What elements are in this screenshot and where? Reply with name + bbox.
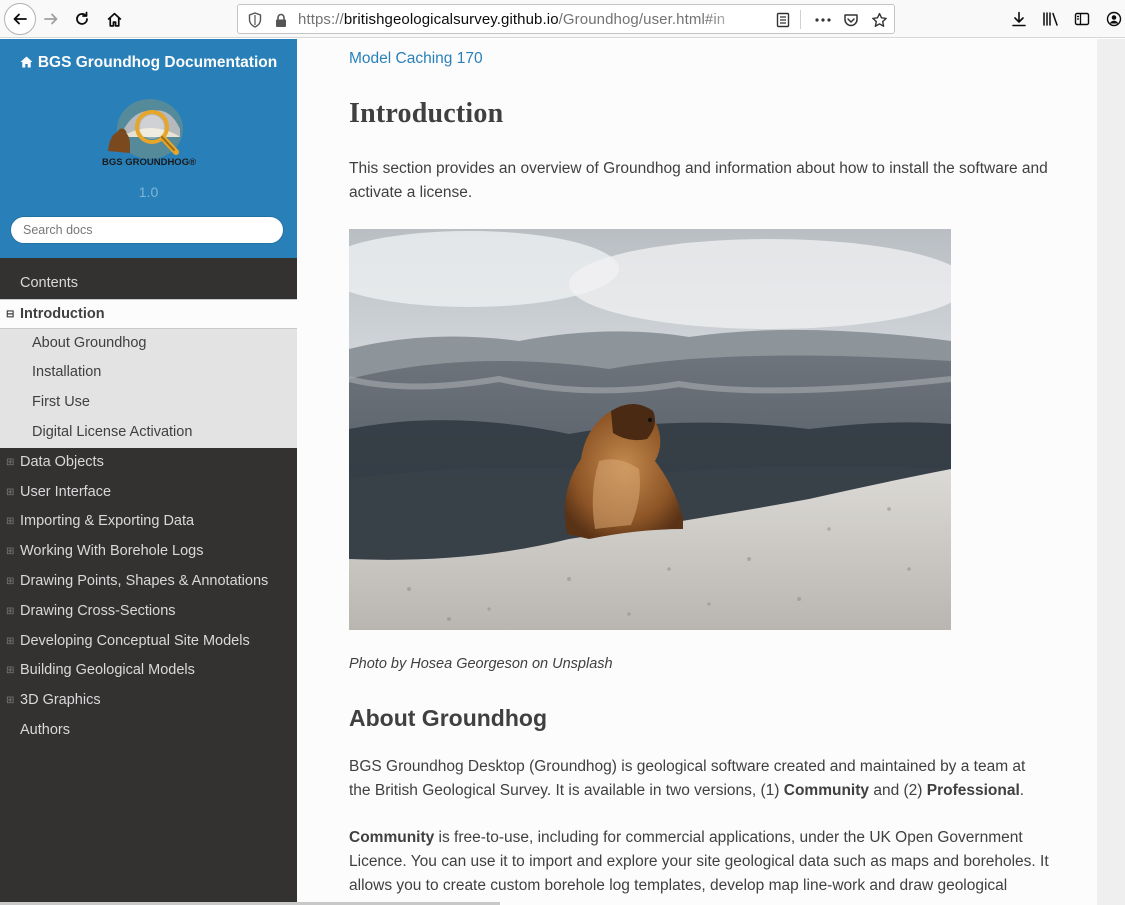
- expand-toggle-icon[interactable]: ⊞: [6, 507, 14, 537]
- sidebar-icon: [1074, 12, 1090, 26]
- home-icon: [107, 12, 121, 27]
- url-scheme: https://: [298, 11, 344, 28]
- url-fade: [708, 8, 748, 30]
- url-text[interactable]: https://britishgeologicalsurvey.github.i…: [298, 11, 738, 28]
- sidebar-item-about-groundhog[interactable]: About Groundhog: [0, 329, 297, 359]
- sidebar-item-contents[interactable]: Contents: [0, 269, 297, 299]
- arrow-left-icon: [13, 13, 27, 25]
- library-button[interactable]: [1036, 4, 1066, 34]
- docs-sidebar: BGS Groundhog Documentation BGS GROUNDHO…: [0, 39, 297, 905]
- expand-toggle-icon[interactable]: ⊞: [6, 567, 14, 597]
- sidebar-item-data-objects[interactable]: ⊞ Data Objects: [0, 448, 297, 478]
- about-paragraph-2: Community is free-to-use, including for …: [349, 826, 1049, 898]
- expand-toggle-icon[interactable]: ⊞: [6, 537, 14, 567]
- sidebar-item-label: Building Geological Models: [20, 662, 195, 679]
- sidebar-item-label: Digital License Activation: [32, 423, 193, 440]
- sidebar-item-label: About Groundhog: [32, 334, 147, 351]
- reload-icon: [76, 11, 88, 25]
- prev-section-link[interactable]: Model Caching 170: [349, 50, 483, 68]
- sidebar-item-introduction[interactable]: ⊟ Introduction: [0, 298, 297, 330]
- sidebar-item-geological-models[interactable]: ⊞ Building Geological Models: [0, 656, 297, 686]
- expand-toggle-icon[interactable]: ⊞: [6, 597, 14, 627]
- sidebar-item-conceptual-site-models[interactable]: ⊞ Developing Conceptual Site Models: [0, 627, 297, 657]
- bookmark-star-icon[interactable]: [870, 11, 888, 29]
- url-path: /Groundhog/user.html#in: [558, 11, 726, 28]
- expand-toggle-icon[interactable]: ⊞: [6, 656, 14, 686]
- library-icon: [1043, 12, 1058, 26]
- page-scrollbar[interactable]: [1097, 39, 1125, 905]
- sidebar-item-label: Drawing Cross-Sections: [20, 602, 176, 619]
- emphasis-professional: Professional: [926, 782, 1020, 799]
- sidebar-item-first-use[interactable]: First Use: [0, 388, 297, 418]
- expand-toggle-icon[interactable]: ⊞: [6, 627, 14, 657]
- text-run: is free-to-use, including for commercial…: [349, 829, 1049, 894]
- groundhog-logo[interactable]: BGS GROUNDHOG®: [100, 91, 196, 173]
- sidebar-item-borehole-logs[interactable]: ⊞ Working With Borehole Logs: [0, 537, 297, 567]
- url-host: britishgeologicalsurvey.github.io: [343, 11, 559, 28]
- section-heading-about: About Groundhog: [349, 705, 547, 731]
- site-title: BGS Groundhog Documentation: [37, 54, 278, 71]
- account-icon: [1106, 11, 1122, 27]
- reader-view-icon[interactable]: [774, 11, 792, 29]
- sidebar-item-label: Introduction: [20, 305, 105, 322]
- text-run: and (2): [869, 782, 927, 799]
- shield-icon[interactable]: [246, 11, 264, 29]
- sidebar-item-user-interface[interactable]: ⊞ User Interface: [0, 478, 297, 508]
- sidebar-item-label: Developing Conceptual Site Models: [20, 632, 250, 649]
- main-content: Model Caching 170 Introduction This sect…: [297, 39, 1097, 905]
- sidebar-item-label: Contents: [20, 275, 79, 291]
- sidebar-item-3d-graphics[interactable]: ⊞ 3D Graphics: [0, 686, 297, 716]
- emphasis-community: Community: [349, 829, 435, 846]
- sidebar-item-label: User Interface: [20, 483, 112, 500]
- photo-caption: Photo by Hosea Georgeson on Unsplash: [349, 656, 613, 672]
- marmot-photo: [349, 229, 951, 630]
- about-paragraph-1: BGS Groundhog Desktop (Groundhog) is geo…: [349, 755, 1049, 803]
- forward-button[interactable]: [36, 4, 66, 34]
- lock-icon[interactable]: [272, 11, 290, 29]
- expand-toggle-icon[interactable]: ⊞: [6, 448, 14, 478]
- site-title-link[interactable]: BGS Groundhog Documentation: [0, 54, 297, 72]
- back-button[interactable]: [4, 3, 36, 35]
- sidebar-item-drawing-points[interactable]: ⊞ Drawing Points, Shapes & Annotations: [0, 567, 297, 597]
- sidebar-item-importing-exporting-data[interactable]: ⊞ Importing & Exporting Data: [0, 507, 297, 537]
- reload-button[interactable]: [67, 4, 97, 34]
- urlbar-divider: [800, 10, 801, 29]
- sidebar-header: BGS Groundhog Documentation BGS GROUNDHO…: [0, 39, 297, 258]
- collapse-toggle-icon[interactable]: ⊟: [6, 300, 14, 330]
- downloads-button[interactable]: [1004, 4, 1034, 34]
- page-title: Introduction: [349, 98, 504, 129]
- sidebar-item-authors[interactable]: Authors: [0, 716, 297, 746]
- search-docs-input[interactable]: [10, 216, 284, 244]
- pocket-icon[interactable]: [842, 11, 860, 29]
- intro-paragraph: This section provides an overview of Gro…: [349, 160, 1048, 201]
- logo-lettering: BGS GROUNDHOG®: [102, 157, 196, 168]
- sidebar-item-label: Drawing Points, Shapes & Annotations: [20, 572, 269, 589]
- home-icon: [20, 56, 33, 68]
- home-button[interactable]: [99, 4, 129, 34]
- sidebar-item-label: Working With Borehole Logs: [20, 543, 204, 560]
- expand-toggle-icon[interactable]: ⊞: [6, 478, 14, 508]
- sidebar-nav: Contents ⊟ Introduction About Groundhog I…: [0, 269, 297, 746]
- more-actions-icon[interactable]: [814, 11, 832, 29]
- sidebar-subnav-introduction: About Groundhog Installation First Use D…: [0, 328, 297, 448]
- sidebar-item-digital-license-activation[interactable]: Digital License Activation: [0, 418, 297, 448]
- sidebar-item-label: First Use: [32, 394, 90, 411]
- sidebar-item-label: Data Objects: [20, 453, 104, 470]
- version-label: 1.0: [138, 184, 159, 200]
- sidebar-item-cross-sections[interactable]: ⊞ Drawing Cross-Sections: [0, 597, 297, 627]
- arrow-right-icon: [44, 13, 58, 25]
- url-bar[interactable]: https://britishgeologicalsurvey.github.i…: [237, 4, 895, 34]
- sidebar-item-label: Installation: [32, 364, 102, 381]
- browser-toolbar: https://britishgeologicalsurvey.github.i…: [0, 0, 1125, 38]
- sidebar-item-label: 3D Graphics: [20, 692, 101, 709]
- text-run: .: [1019, 782, 1025, 799]
- download-icon: [1012, 11, 1026, 27]
- emphasis-community: Community: [783, 782, 870, 799]
- expand-toggle-icon[interactable]: ⊞: [6, 686, 14, 716]
- sidebar-item-label: Importing & Exporting Data: [20, 513, 195, 530]
- sidebar-item-label: Authors: [20, 721, 70, 738]
- account-button[interactable]: [1099, 4, 1125, 34]
- sidebar-toggle-button[interactable]: [1067, 4, 1097, 34]
- sidebar-item-installation[interactable]: Installation: [0, 358, 297, 388]
